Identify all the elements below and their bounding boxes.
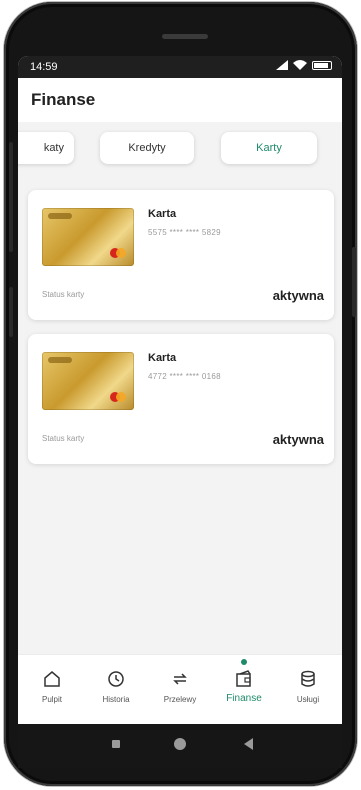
tab-bar: katy Kredyty Karty [18,132,342,172]
nav-label: Usługi [296,695,320,704]
bank-logo [48,213,72,219]
nav-label: Finanse [226,693,262,704]
wallet-icon [236,670,251,687]
tab-kredyty[interactable]: Kredyty [100,132,194,164]
main-content: katy Kredyty Karty Karta 5575 **** **** … [18,122,342,654]
home-button[interactable] [174,738,186,750]
database-icon [301,670,315,687]
card-name: Karta [148,208,177,220]
card-item[interactable]: Karta 5575 **** **** 5829 Status karty a… [28,190,334,320]
back-button[interactable] [244,738,253,750]
wifi-icon [293,60,307,70]
card-name: Karta [148,352,177,364]
card-number: 4772 **** **** 0168 [148,372,221,381]
side-button [9,287,13,337]
speaker-grille [162,34,208,39]
nav-item-przelewy[interactable]: Przelewy [150,669,210,719]
nav-item-finanse[interactable]: Finanse [214,669,274,719]
signal-icon [276,60,288,70]
volume-button [9,142,13,252]
card-item[interactable]: Karta 4772 **** **** 0168 Status karty a… [28,334,334,464]
mastercard-icon-overlap [116,392,126,402]
card-status-label: Status karty [42,434,85,443]
nav-item-pulpit[interactable]: Pulpit [22,669,82,719]
nav-label: Historia [102,695,130,704]
tab-lokaty[interactable]: katy [18,132,74,164]
page-header: Finanse [18,78,342,122]
card-status-value: aktywna [272,432,324,447]
active-indicator [241,659,247,665]
status-icons [276,60,332,70]
nav-item-historia[interactable]: Historia [86,669,146,719]
transfer-icon [173,673,187,685]
card-status-value: aktywna [272,288,324,303]
power-button [352,247,356,317]
page-title: Finanse [31,90,96,109]
tab-karty[interactable]: Karty [221,132,317,164]
card-number: 5575 **** **** 5829 [148,228,221,237]
bank-logo [48,357,72,363]
nav-item-uslugi[interactable]: Usługi [278,669,338,719]
mastercard-icon-overlap [116,248,126,258]
bottom-navigation: Pulpit Historia Przelewy Finanse Usługi [18,654,342,724]
nav-label: Pulpit [41,695,62,704]
battery-icon [312,60,332,70]
card-image [42,208,134,266]
history-icon [108,671,124,687]
system-navigation-bar [18,724,342,768]
app-screen: 14:59 Finanse katy Kredyty Karty Karta 5… [18,56,342,724]
home-icon [44,671,60,687]
card-status-label: Status karty [42,290,85,299]
recent-apps-button[interactable] [112,740,120,748]
status-bar: 14:59 [18,56,342,78]
status-time: 14:59 [30,61,58,73]
card-image [42,352,134,410]
nav-label: Przelewy [163,695,197,704]
